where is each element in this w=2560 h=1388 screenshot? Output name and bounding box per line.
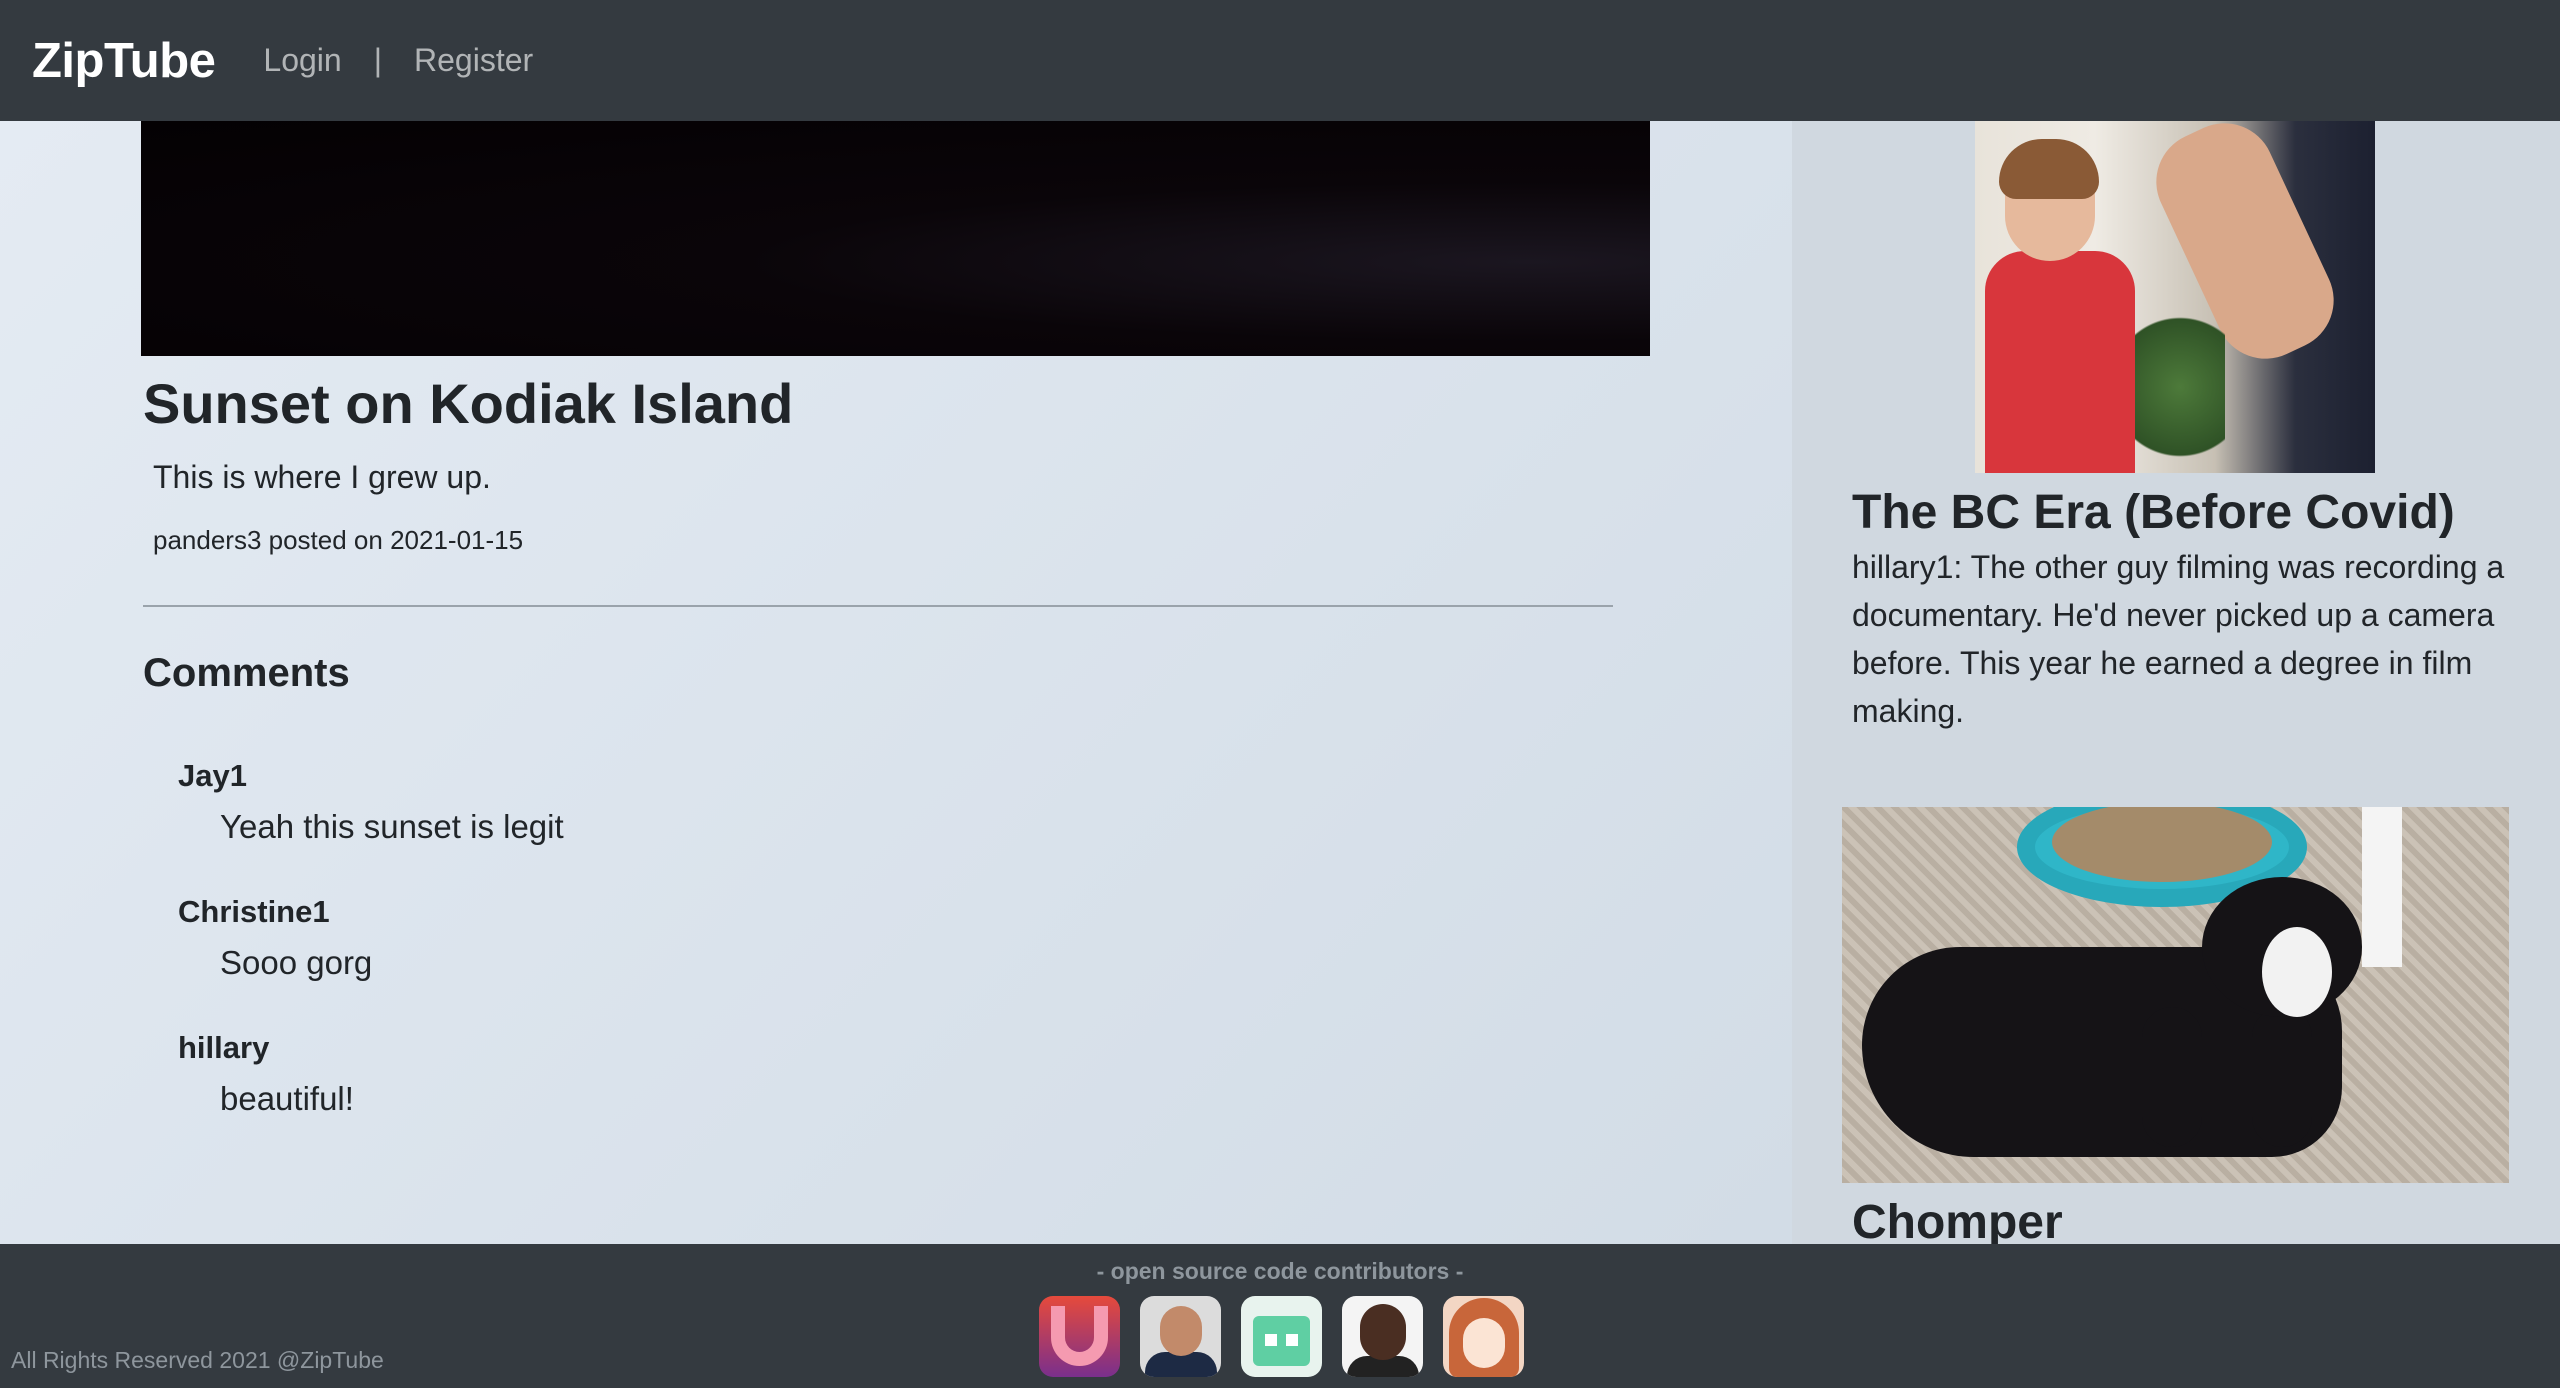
sidebar-video-title[interactable]: Chomper xyxy=(1852,1195,2063,1250)
login-link[interactable]: Login xyxy=(263,42,341,79)
contributor-avatar[interactable] xyxy=(1039,1296,1120,1377)
main-content: Sunset on Kodiak Island This is where I … xyxy=(0,121,1792,1244)
divider xyxy=(143,605,1613,607)
comment-author: hillary xyxy=(178,1030,270,1065)
comment-author: Christine1 xyxy=(178,894,330,929)
contributors-label: - open source code contributors - xyxy=(1096,1258,1464,1284)
comment-item: Christine1 Sooo gorg xyxy=(178,894,372,982)
sidebar-video-description: hillary1: The other guy filming was reco… xyxy=(1852,549,2505,729)
nav-separator: | xyxy=(373,42,382,78)
navbar: ZipTube Login | Register xyxy=(0,0,2560,121)
contributor-avatar[interactable] xyxy=(1342,1296,1423,1377)
footer: - open source code contributors - xyxy=(0,1244,2560,1388)
comment-text: beautiful! xyxy=(220,1080,354,1117)
sidebar-video-title[interactable]: The BC Era (Before Covid) xyxy=(1852,485,2455,540)
video-thumbnail-chomper[interactable] xyxy=(1842,807,2509,1183)
register-link[interactable]: Register xyxy=(414,42,533,79)
copyright-text: All Rights Reserved 2021 @ZipTube xyxy=(11,1347,384,1373)
comment-text: Sooo gorg xyxy=(220,944,373,981)
video-player[interactable] xyxy=(141,121,1650,356)
comment-author: Jay1 xyxy=(178,758,247,793)
brand-logo[interactable]: ZipTube xyxy=(32,33,216,89)
video-title: Sunset on Kodiak Island xyxy=(143,372,794,435)
contributor-avatar[interactable] xyxy=(1140,1296,1221,1377)
video-description: This is where I grew up. xyxy=(153,459,491,495)
comment-text: Yeah this sunset is legit xyxy=(220,808,564,845)
comment-item: Jay1 Yeah this sunset is legit xyxy=(178,758,564,846)
contributor-avatar[interactable] xyxy=(1443,1296,1524,1377)
contributor-avatars xyxy=(1039,1296,1524,1377)
video-meta: panders3 posted on 2021-01-15 xyxy=(153,525,524,555)
comments-heading: Comments xyxy=(143,651,350,695)
video-thumbnail-bc-era[interactable] xyxy=(1975,121,2375,473)
comment-item: hillary beautiful! xyxy=(178,1030,354,1118)
contributor-avatar[interactable] xyxy=(1241,1296,1322,1377)
